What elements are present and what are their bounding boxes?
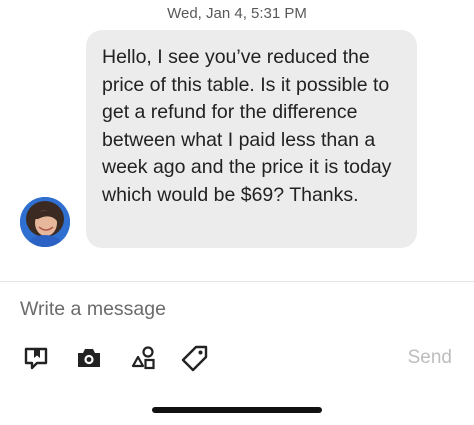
avatar-image: [20, 197, 70, 247]
message-input[interactable]: [20, 292, 454, 326]
message-bubble: Hello, I see you’ve reduced the price of…: [86, 30, 417, 248]
message-timestamp: Wed, Jan 4, 5:31 PM: [167, 5, 307, 22]
listing-icon[interactable]: [22, 344, 50, 372]
composer-divider: [0, 281, 474, 282]
avatar[interactable]: [20, 197, 70, 247]
send-button[interactable]: Send: [408, 345, 452, 371]
home-indicator[interactable]: [152, 407, 322, 413]
tag-icon[interactable]: [181, 344, 209, 372]
camera-icon[interactable]: [75, 344, 103, 372]
message-text: Hello, I see you’ve reduced the price of…: [102, 46, 392, 206]
shapes-icon[interactable]: [130, 344, 158, 372]
